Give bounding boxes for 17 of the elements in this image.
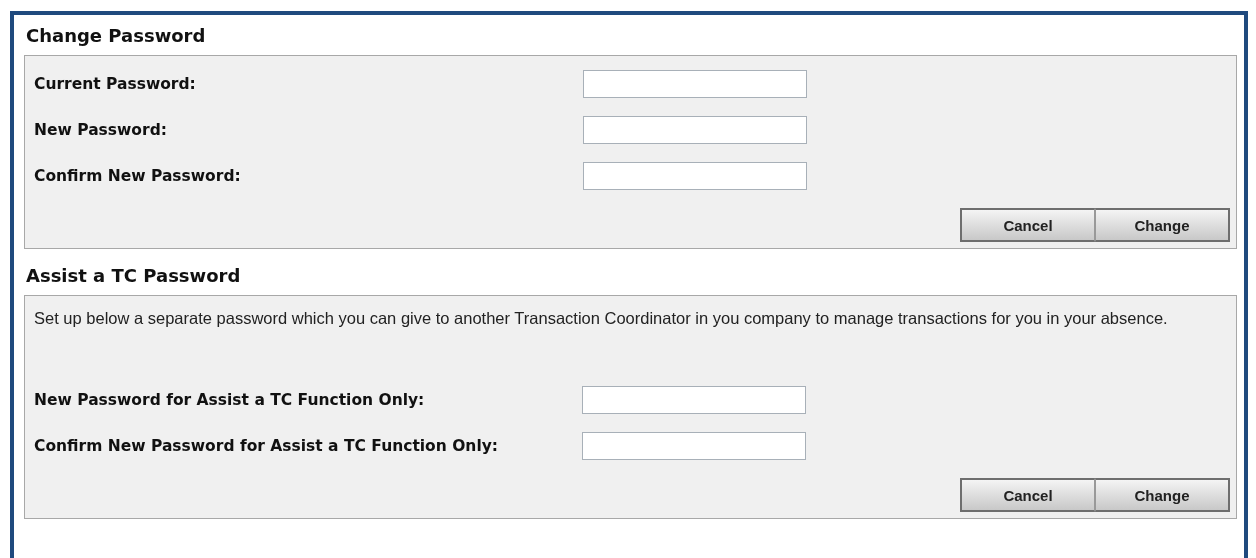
cancel-button[interactable]: Cancel — [960, 208, 1095, 242]
field-label: Current Password: — [34, 75, 197, 93]
field-label: New Password: — [34, 121, 168, 139]
field-label: Confirm New Password: — [34, 167, 242, 185]
change-button[interactable]: Change — [1095, 478, 1230, 512]
description-text: Set up below a separate password which you can give to another Transaction Coordinator in you company to manage transactions for you in your absence. — [34, 308, 1169, 328]
password-field[interactable] — [582, 432, 806, 460]
cancel-button[interactable]: Cancel — [960, 478, 1095, 512]
field-label: Confirm New Password for Assist a TC Function Only: — [34, 437, 500, 455]
change-button[interactable]: Change — [1095, 208, 1230, 242]
section-title: Assist a TC Password — [25, 264, 242, 288]
field-label: New Password for Assist a TC Function Only: — [34, 391, 426, 409]
password-field[interactable] — [583, 116, 807, 144]
password-field[interactable] — [583, 162, 807, 190]
password-field[interactable] — [583, 70, 807, 98]
section-title: Change Password — [25, 24, 207, 48]
password-field[interactable] — [582, 386, 806, 414]
